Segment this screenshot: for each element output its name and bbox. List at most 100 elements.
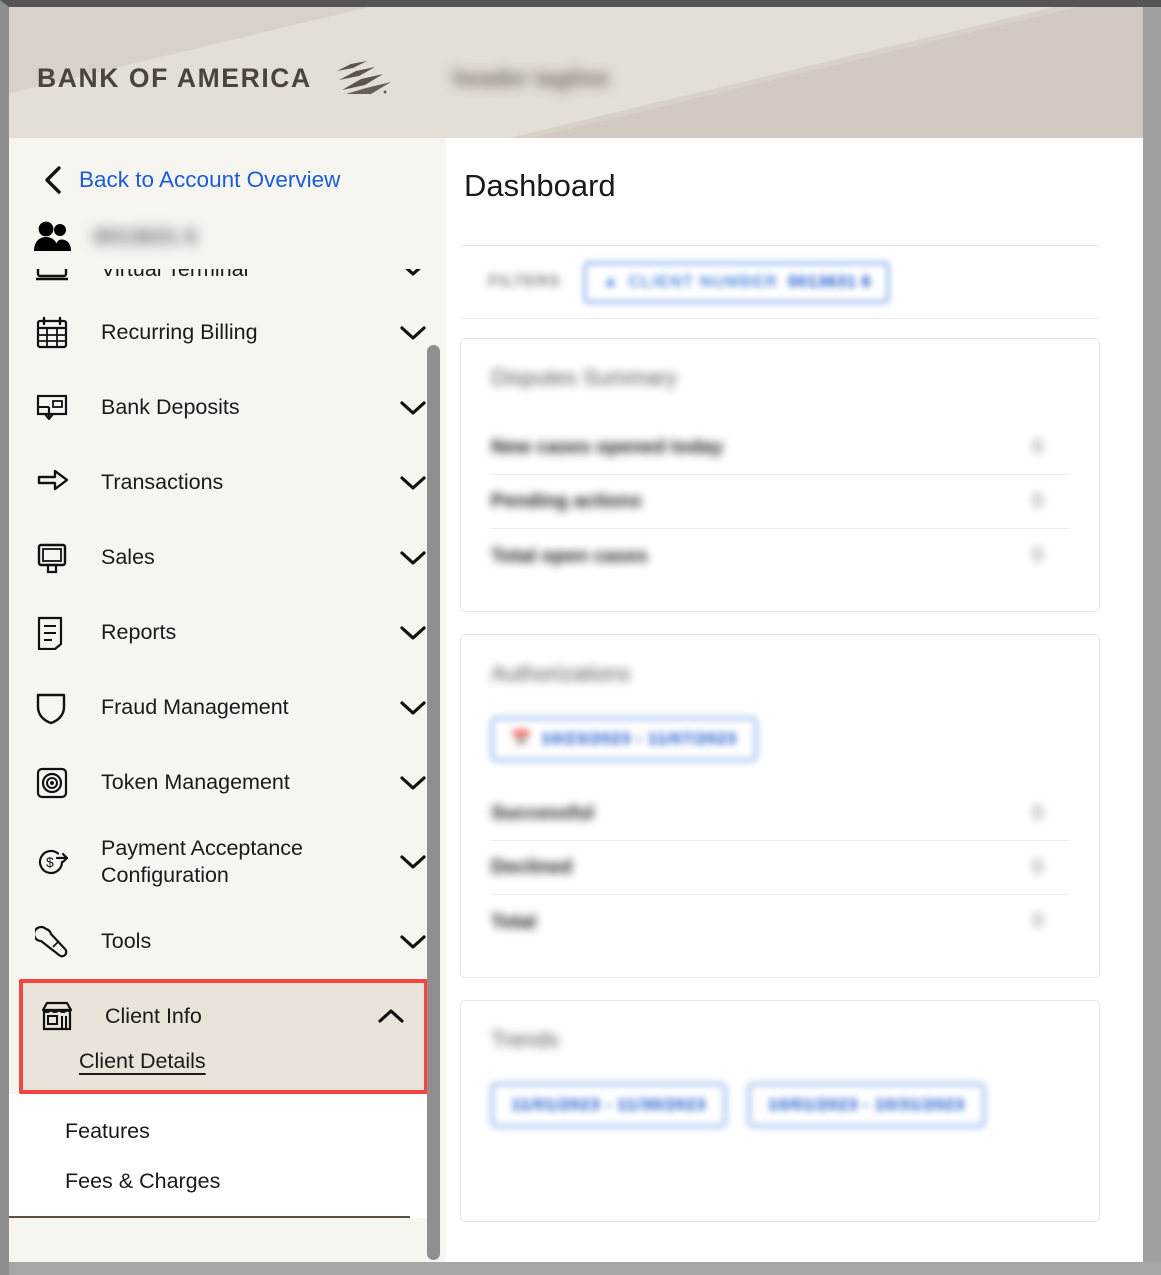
date-range-text: 11/01/2023 - 11/30/2023 xyxy=(511,1095,706,1114)
sidebar-footer-strip xyxy=(9,1218,446,1252)
sidebar-item-label: Payment Acceptance Configuration xyxy=(101,836,303,887)
sidebar-subitem-features[interactable]: Features xyxy=(9,1106,428,1156)
filters-label: FILTERS xyxy=(488,273,561,290)
metric-row: New cases opened today 0 xyxy=(491,421,1069,475)
client-number-value: 0013631 6 xyxy=(93,224,197,249)
calendar-icon: 📅 xyxy=(511,731,531,748)
person-filter-icon: ▲ xyxy=(602,273,619,290)
disputes-summary-card: Disputes Summary New cases opened today … xyxy=(460,338,1100,612)
metric-label: Successful xyxy=(491,802,594,824)
sidebar-item-label: Reports xyxy=(101,620,177,645)
sidebar-subitem-label: Features xyxy=(65,1118,150,1143)
metric-row: Declined 0 xyxy=(491,841,1069,895)
trends-card: Trends 11/01/2023 - 11/30/2023 10/01/202… xyxy=(460,1000,1100,1222)
sidebar-subitem-label: Client Details xyxy=(79,1049,206,1073)
client-info-highlight-group: Client Info Client Details xyxy=(19,979,428,1094)
body-area: Back to Account Overview 0013631 6 Recur… xyxy=(9,138,1143,1275)
sidebar-subitem-fees-and-charges[interactable]: Fees & Charges xyxy=(9,1156,428,1206)
users-icon xyxy=(34,221,71,251)
bank-of-america-logo[interactable]: BANK OF AMERICA xyxy=(37,60,395,96)
sidebar-item-recurring-billing[interactable]: Recurring Billing xyxy=(9,295,446,370)
chevron-down-icon[interactable] xyxy=(394,269,446,277)
client-info-subitems: Features Fees & Charges xyxy=(9,1094,428,1218)
sidebar-item-sales[interactable]: Sales xyxy=(9,520,446,595)
sidebar-item-label: Fraud Management xyxy=(101,695,289,720)
authorizations-date-range-chip-wrap: 📅 10/23/2023 - 11/07/2023 xyxy=(491,717,1069,761)
sidebar-item-transactions[interactable]: Transactions xyxy=(9,445,446,520)
chevron-left-icon xyxy=(45,166,61,194)
card-title: Authorizations xyxy=(491,661,631,686)
back-to-account-overview-link[interactable]: Back to Account Overview xyxy=(9,138,446,200)
window-bottom-edge xyxy=(9,1262,1161,1275)
sidebar-item-token-management[interactable]: Token Management xyxy=(9,745,446,820)
header-tagline: header tagline xyxy=(453,65,609,91)
pos-terminal-icon xyxy=(35,541,81,575)
sidebar-item-label: Sales xyxy=(101,545,155,570)
metric-label: Total xyxy=(491,910,537,933)
deposit-icon xyxy=(35,392,81,424)
calendar-icon xyxy=(35,316,81,350)
sidebar-item-label: Bank Deposits xyxy=(101,395,240,420)
metric-value: 0 xyxy=(1032,490,1043,512)
sidebar: Back to Account Overview 0013631 6 Recur… xyxy=(9,138,446,1275)
store-icon xyxy=(39,1000,85,1032)
filter-chip-client-number[interactable]: ▲ CLIENT NUMBER 0013631 6 xyxy=(584,261,890,303)
metric-row: Pending actions 0 xyxy=(491,475,1069,529)
metric-value: 0 xyxy=(1032,802,1043,824)
authorizations-card: Authorizations 📅 10/23/2023 - 11/07/2023… xyxy=(460,634,1100,978)
back-link-label: Back to Account Overview xyxy=(79,167,341,192)
sidebar-item-bank-deposits[interactable]: Bank Deposits xyxy=(9,370,446,445)
sidebar-item-label: Client Info xyxy=(105,1003,202,1028)
wrench-icon xyxy=(35,925,81,959)
main-content: Dashboard FILTERS ▲ CLIENT NUMBER 001363… xyxy=(446,138,1143,1275)
filter-chip-label: CLIENT NUMBER xyxy=(628,272,778,291)
brand-wordmark: BANK OF AMERICA xyxy=(37,62,312,93)
shield-icon xyxy=(35,691,81,725)
sidebar-item-label: Virtual Terminal xyxy=(101,269,374,282)
metric-label: Total open cases xyxy=(491,544,648,567)
sidebar-scrollbar[interactable] xyxy=(427,345,440,1260)
metric-row: Successful 0 xyxy=(491,787,1069,841)
document-icon xyxy=(35,616,81,650)
boa-flag-icon xyxy=(336,61,391,94)
trend-date-range-chip-current[interactable]: 11/01/2023 - 11/30/2023 xyxy=(491,1083,726,1127)
date-range-text: 10/23/2023 - 11/07/2023 xyxy=(540,729,737,748)
chevron-down-icon[interactable] xyxy=(394,325,446,341)
exchange-arrows-icon xyxy=(35,468,81,498)
sidebar-item-label: Token Management xyxy=(101,770,290,795)
sidebar-subitem-label: Fees & Charges xyxy=(65,1168,221,1193)
sidebar-item-label: Tools xyxy=(101,929,152,954)
svg-text:$: $ xyxy=(46,854,54,870)
sidebar-item-client-info[interactable]: Client Info xyxy=(23,983,424,1049)
sidebar-item-label: Recurring Billing xyxy=(101,320,258,345)
sidebar-item-label: Transactions xyxy=(101,470,224,495)
sidebar-nav-scroll-viewport: Virtual Terminal xyxy=(9,269,446,1269)
metric-value: 0 xyxy=(1032,911,1043,932)
date-range-chip[interactable]: 📅 10/23/2023 - 11/07/2023 xyxy=(491,717,757,761)
chevron-up-icon[interactable] xyxy=(372,1008,424,1024)
token-icon xyxy=(35,766,81,800)
application-window: BANK OF AMERICA header tagline Back to A… xyxy=(0,0,1161,1275)
window-right-edge xyxy=(1143,7,1161,1275)
sidebar-item-virtual-terminal[interactable]: Virtual Terminal xyxy=(9,269,446,295)
card-title: Trends xyxy=(491,1027,559,1052)
metric-label: New cases opened today xyxy=(491,436,723,458)
sidebar-item-fraud-management[interactable]: Fraud Management xyxy=(9,670,446,745)
card-title: Disputes Summary xyxy=(491,365,677,390)
metric-row: Total open cases 0 xyxy=(491,529,1069,583)
trend-date-range-chip-previous[interactable]: 10/01/2023 - 10/31/2023 xyxy=(747,1083,985,1127)
date-range-text: 10/01/2023 - 10/31/2023 xyxy=(767,1095,965,1114)
sidebar-item-tools[interactable]: Tools xyxy=(9,904,446,979)
trends-date-chips: 11/01/2023 - 11/30/2023 10/01/2023 - 10/… xyxy=(491,1083,1069,1127)
client-number-row: 0013631 6 xyxy=(9,200,446,260)
sidebar-subitem-client-details[interactable]: Client Details xyxy=(23,1049,424,1090)
sidebar-item-reports[interactable]: Reports xyxy=(9,595,446,670)
metric-value: 0 xyxy=(1032,436,1043,458)
filter-chip-value: 0013631 6 xyxy=(787,272,872,291)
sidebar-item-payment-acceptance-configuration[interactable]: $ Payment Acceptance Configuration xyxy=(9,820,446,904)
terminal-icon xyxy=(35,269,81,284)
metric-row: Total 0 xyxy=(491,895,1069,949)
metric-label: Pending actions xyxy=(491,490,642,512)
metric-value: 0 xyxy=(1032,856,1043,878)
page-title: Dashboard xyxy=(464,168,616,203)
